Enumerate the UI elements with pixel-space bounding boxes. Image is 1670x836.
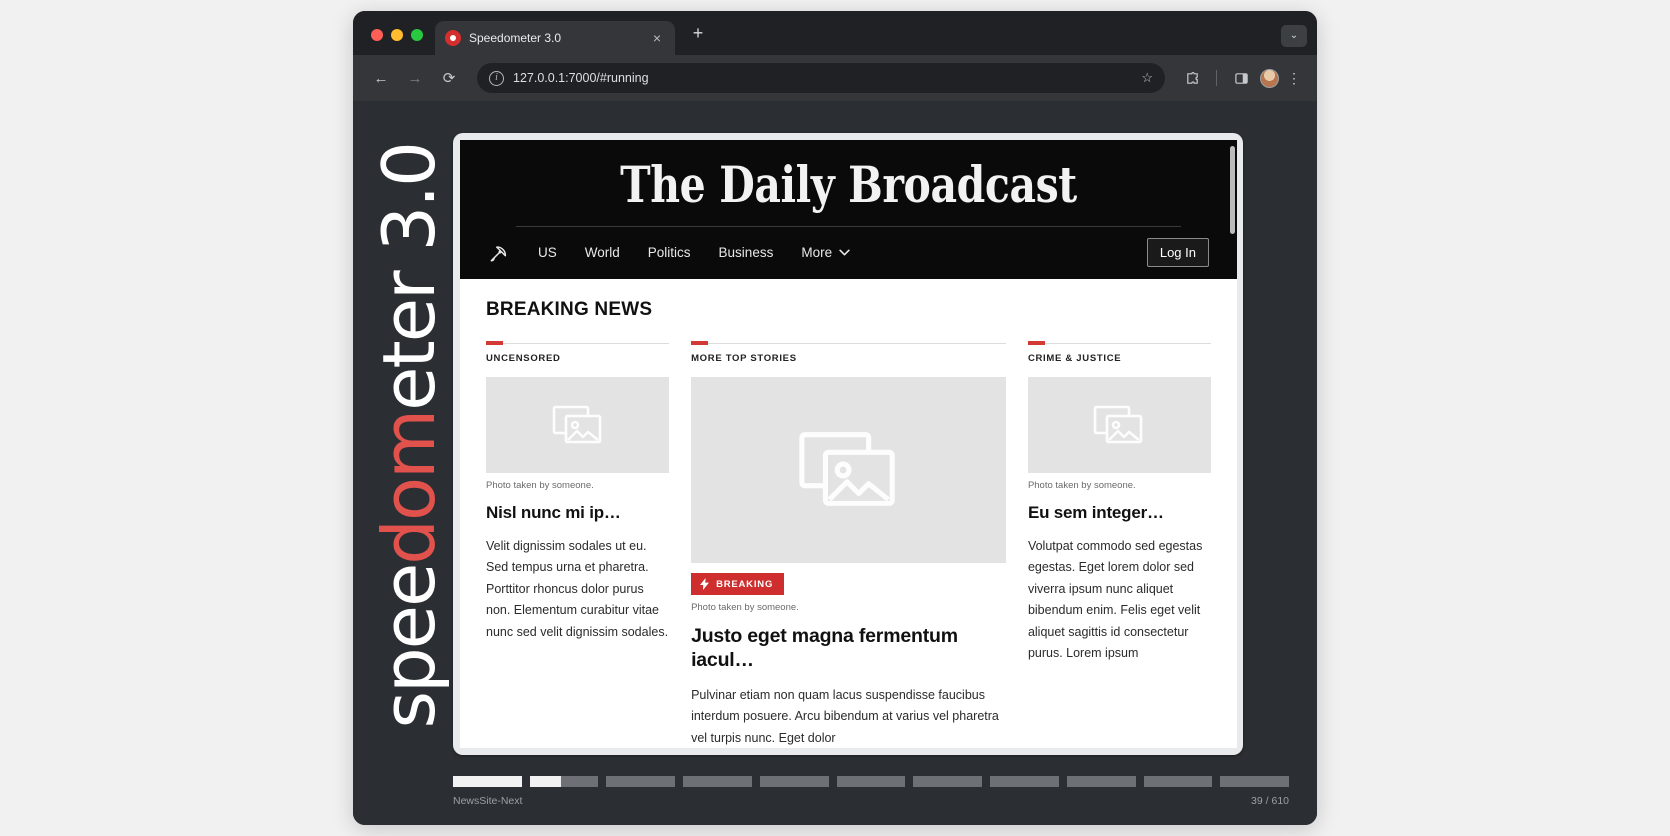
nav-more-label[interactable]: More: [801, 245, 832, 260]
progress-segment: [1143, 776, 1213, 787]
progress-segment: [759, 776, 829, 787]
progress-counter: 39 / 610: [1251, 795, 1289, 807]
progress-segment: [1220, 776, 1290, 787]
extensions-puzzle-icon[interactable]: [1179, 65, 1205, 91]
tab-list-chevron-down-icon[interactable]: ⌄: [1281, 25, 1307, 47]
wordmark-part-2: eter 3.0: [367, 143, 451, 412]
tab-strip: Speedometer 3.0 × + ⌄: [353, 11, 1317, 55]
story-dek: Pulvinar etiam non quam lacus suspendiss…: [691, 687, 999, 745]
column-kicker: CRIME & JUSTICE: [1027, 353, 1122, 364]
column-kicker: UNCENSORED: [486, 353, 561, 364]
tab-title: Speedometer 3.0: [469, 31, 562, 45]
bookmark-star-icon[interactable]: ☆: [1141, 70, 1153, 86]
nav-item-more[interactable]: More: [801, 245, 850, 260]
story-column-crime-justice: CRIME & JUSTICE Photo taken by someone. …: [1027, 341, 1211, 748]
photo-caption: Photo taken by someone.: [1027, 480, 1136, 491]
progress-segment: [1066, 776, 1136, 787]
breaking-badge-label: BREAKING: [716, 578, 774, 590]
address-bar-url: 127.0.0.1:7000/#running: [513, 71, 649, 85]
browser-toolbar: ← → ⟳ i 127.0.0.1:7000/#running ☆ ⋮: [353, 55, 1317, 101]
story-dek: Velit dignissim sodales ut eu. Sed tempu…: [486, 538, 669, 639]
image-placeholder-icon: [552, 405, 601, 444]
current-suite-label: NewsSite-Next: [453, 795, 523, 807]
image-placeholder-icon: [1094, 405, 1143, 444]
chevron-down-icon: [839, 249, 850, 256]
news-site: The Daily Broadcast US World Politics Bu…: [460, 140, 1237, 748]
page-viewport: speedometer 3.0 The Daily Broadcast US W…: [353, 101, 1317, 825]
site-masthead: The Daily Broadcast: [620, 155, 1077, 214]
nav-item-world[interactable]: World: [585, 245, 620, 260]
benchmark-iframe: The Daily Broadcast US World Politics Bu…: [460, 140, 1237, 748]
site-header: The Daily Broadcast US World Politics Bu…: [460, 140, 1237, 279]
story-column-uncensored: UNCENSORED Photo taken by someone. Nisl …: [486, 341, 670, 748]
site-info-icon[interactable]: i: [489, 70, 504, 86]
progress-segment: [913, 776, 983, 787]
new-tab-button[interactable]: +: [685, 21, 711, 47]
story-dek: Volutpat commodo sed egestas egestas. Eg…: [1027, 538, 1203, 661]
progress-segment-fill: [529, 776, 561, 787]
progress-segment-fill: [453, 776, 522, 787]
benchmark-progress: NewsSite-Next 39 / 610: [453, 776, 1290, 807]
progress-segments: [453, 776, 1290, 787]
minimize-window-button[interactable]: [391, 29, 403, 41]
breaking-badge: BREAKING: [691, 573, 785, 595]
page-title: BREAKING NEWS: [486, 299, 653, 320]
login-button[interactable]: Log In: [1146, 238, 1209, 267]
speedometer-wordmark: speedometer 3.0: [361, 101, 457, 771]
browser-menu-icon[interactable]: ⋮: [1285, 70, 1303, 87]
nav-item-politics[interactable]: Politics: [648, 245, 691, 260]
story-headline[interactable]: Nisl nunc mi ip…: [486, 503, 669, 524]
maximize-window-button[interactable]: [411, 29, 423, 41]
progress-segment: [606, 776, 676, 787]
story-thumbnail[interactable]: [691, 377, 1006, 563]
lightning-bolt-icon: [700, 578, 710, 590]
story-thumbnail[interactable]: [486, 377, 670, 473]
progress-segment: [529, 776, 599, 787]
close-window-button[interactable]: [371, 29, 383, 41]
side-panel-icon[interactable]: [1228, 65, 1254, 91]
column-kicker: MORE TOP STORIES: [691, 353, 797, 364]
story-headline[interactable]: Eu sem integer…: [1028, 503, 1211, 524]
story-headline[interactable]: Justo eget magna fermentum iacul…: [691, 625, 1006, 673]
address-bar[interactable]: i 127.0.0.1:7000/#running ☆: [477, 63, 1165, 93]
wordmark-accent: dom: [367, 411, 451, 565]
iframe-scrollbar[interactable]: [1230, 146, 1235, 234]
photo-caption: Photo taken by someone.: [486, 480, 594, 491]
window-traffic-lights: [353, 29, 435, 55]
profile-avatar[interactable]: [1260, 68, 1279, 88]
kicker-rule: [691, 341, 1006, 345]
site-nav: US World Politics Business More Log In: [486, 227, 1211, 279]
site-body: BREAKING NEWS UNCENSORED Photo taken by …: [460, 279, 1237, 748]
speedometer-favicon-icon: [445, 30, 461, 46]
story-columns: UNCENSORED Photo taken by someone. Nisl …: [486, 341, 1211, 748]
story-thumbnail[interactable]: [1027, 377, 1211, 473]
progress-segment: [453, 776, 522, 787]
progress-segment: [683, 776, 752, 787]
toolbar-divider: [1216, 70, 1217, 86]
story-column-more-top-stories: MORE TOP STORIES BREAKING Photo taken by…: [691, 341, 1006, 748]
reload-icon[interactable]: ⟳: [435, 64, 463, 92]
image-placeholder-icon: [798, 432, 895, 506]
browser-window: Speedometer 3.0 × + ⌄ ← → ⟳ i 127.0.0.1:…: [353, 11, 1317, 825]
photo-caption: Photo taken by someone.: [691, 602, 799, 613]
browser-tab[interactable]: Speedometer 3.0 ×: [435, 21, 675, 55]
kicker-rule: [486, 341, 670, 345]
satellite-dish-icon[interactable]: [488, 243, 510, 263]
screenshot-root: Speedometer 3.0 × + ⌄ ← → ⟳ i 127.0.0.1:…: [0, 0, 1670, 836]
wordmark-part-1: spee: [367, 564, 451, 729]
benchmark-iframe-frame: The Daily Broadcast US World Politics Bu…: [453, 133, 1243, 755]
back-arrow-icon[interactable]: ←: [367, 64, 395, 92]
nav-item-us[interactable]: US: [538, 245, 557, 260]
progress-labels: NewsSite-Next 39 / 610: [453, 795, 1289, 807]
close-tab-icon[interactable]: ×: [649, 29, 665, 47]
kicker-rule: [1027, 341, 1211, 345]
forward-arrow-icon[interactable]: →: [401, 64, 429, 92]
progress-segment: [836, 776, 906, 787]
progress-segment: [990, 776, 1059, 787]
nav-item-business[interactable]: Business: [719, 245, 774, 260]
